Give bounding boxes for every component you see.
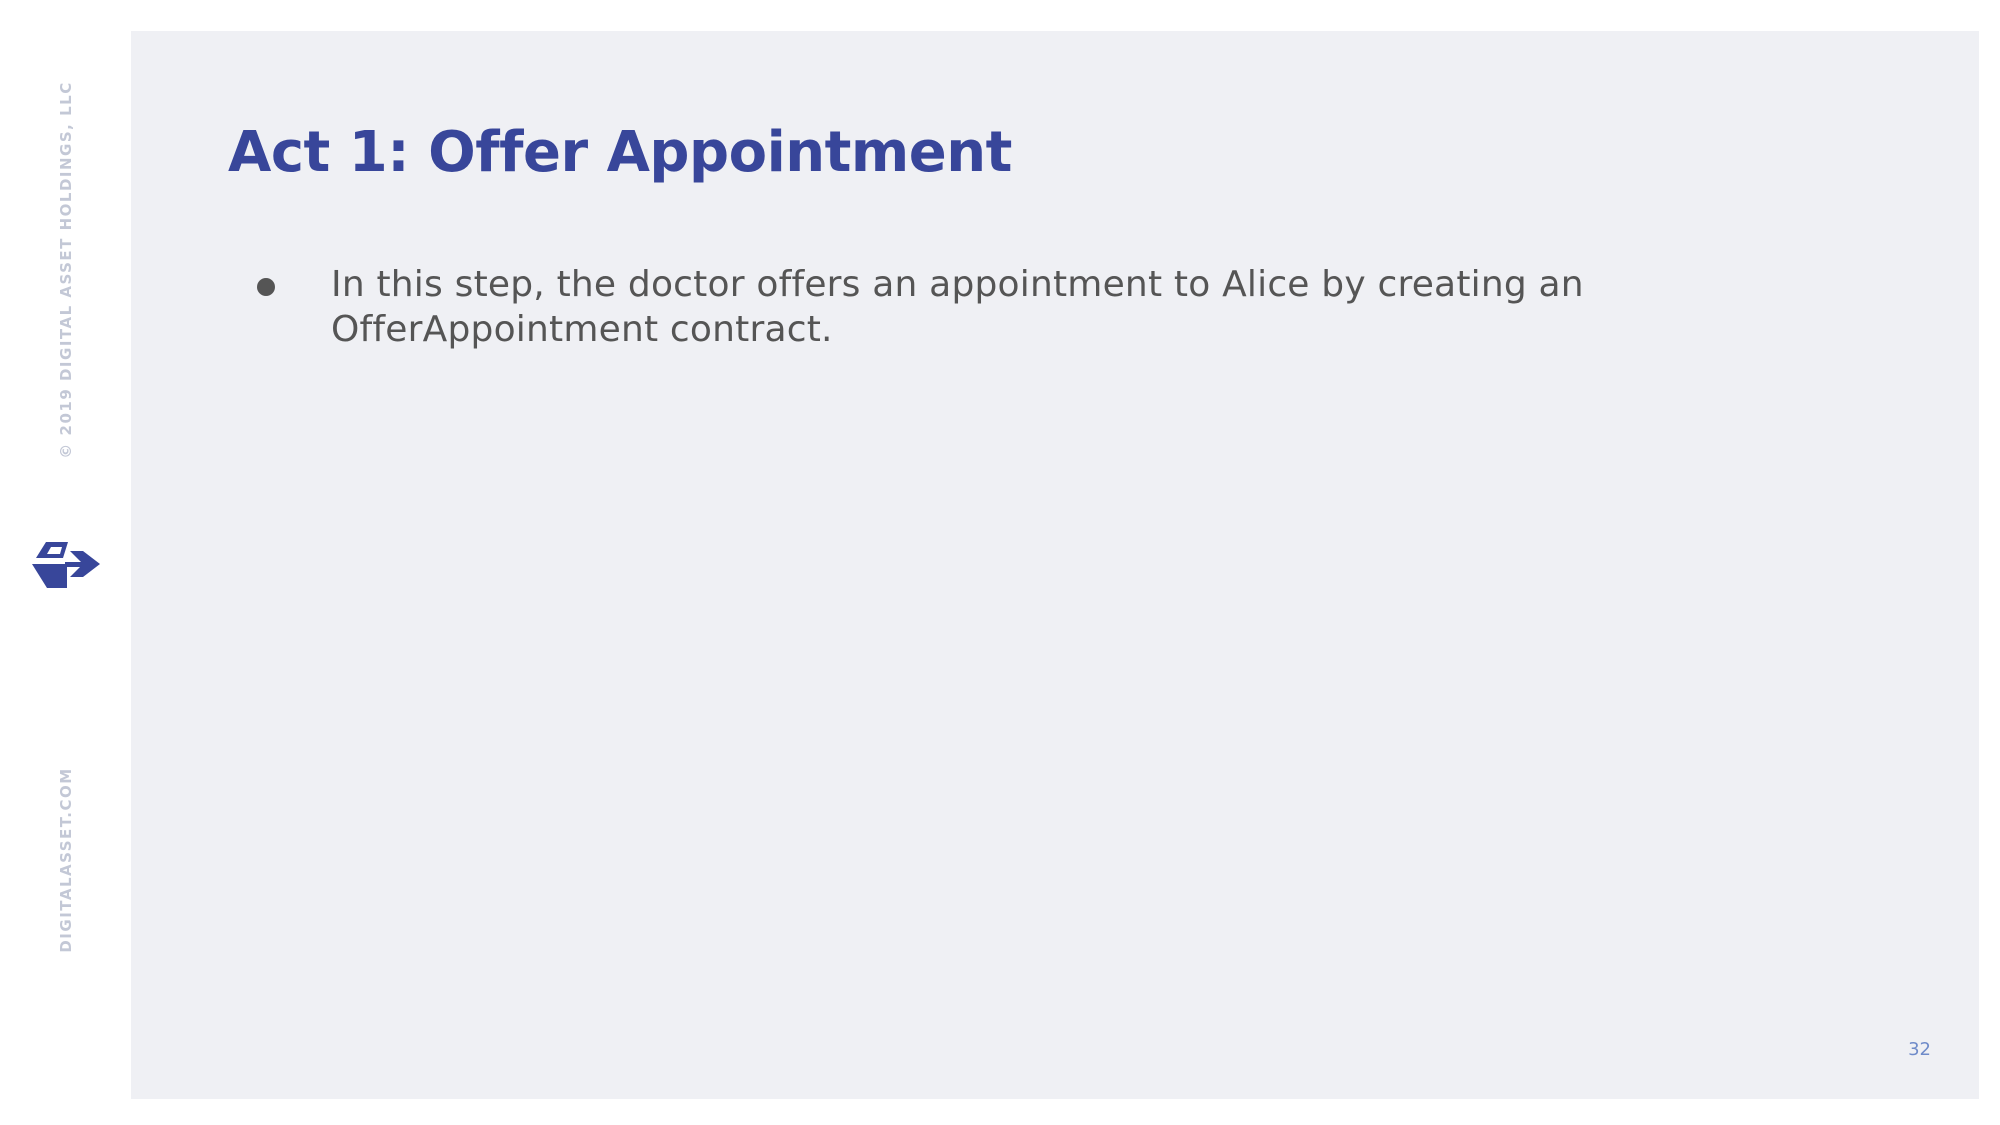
bullet-item: In this step, the doctor offers an appoi… [257, 231, 1957, 352]
sidebar: © 2019 DIGITAL ASSET HOLDINGS, LLC DIGIT… [0, 0, 131, 1125]
slide-content: Act 1: Offer Appointment In this step, t… [131, 31, 1979, 1099]
website-label: DIGITALASSET.COM [57, 767, 75, 953]
bullet-dot-icon [257, 278, 275, 296]
digital-asset-logo-icon [32, 542, 100, 588]
bullet-list: In this step, the doctor offers an appoi… [257, 231, 1957, 352]
copyright-label: © 2019 DIGITAL ASSET HOLDINGS, LLC [57, 81, 75, 459]
slide-title: Act 1: Offer Appointment [228, 120, 1012, 185]
bullet-text: In this step, the doctor offers an appoi… [331, 264, 1584, 350]
slide: © 2019 DIGITAL ASSET HOLDINGS, LLC DIGIT… [0, 0, 2000, 1125]
page-number: 32 [1908, 1039, 1931, 1060]
